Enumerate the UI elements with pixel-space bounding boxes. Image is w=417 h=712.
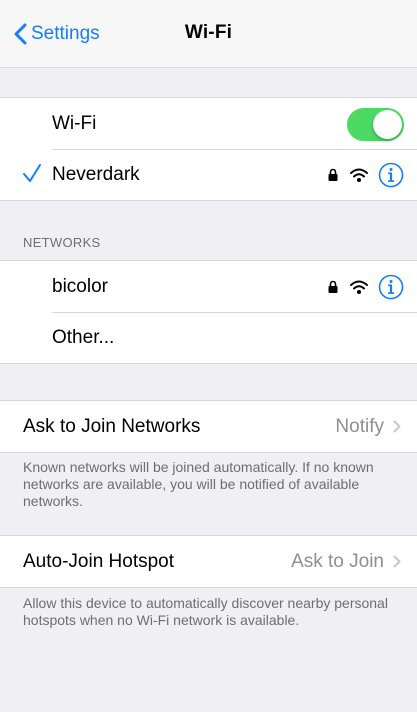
wifi-toggle-row: Wi-Fi — [0, 98, 417, 149]
info-icon[interactable] — [378, 162, 404, 188]
ask-to-join-label: Ask to Join Networks — [23, 415, 201, 437]
wifi-signal-icon — [350, 280, 368, 294]
page-title: Wi-Fi — [184, 22, 233, 43]
connected-network-icons — [328, 149, 404, 200]
auto-join-footnote: Allow this device to automatically disco… — [23, 595, 388, 628]
network-name: bicolor — [52, 275, 108, 297]
ask-to-join-value: Notify — [335, 415, 384, 437]
chevron-right-icon — [393, 555, 401, 568]
networks-section-header: NETWORKS — [23, 235, 101, 250]
other-network-row[interactable]: Other... — [0, 312, 417, 363]
navigation-bar: Settings Wi-Fi — [0, 0, 417, 68]
connected-network-row[interactable]: Neverdark — [0, 149, 417, 200]
connected-network-name: Neverdark — [52, 163, 140, 185]
info-icon[interactable] — [378, 274, 404, 300]
ask-to-join-row[interactable]: Ask to Join Networks Notify — [0, 401, 417, 452]
auto-join-label: Auto-Join Hotspot — [23, 550, 175, 572]
networks-group: bicolor Other... — [0, 260, 417, 364]
other-network-label: Other... — [52, 326, 115, 348]
auto-join-row[interactable]: Auto-Join Hotspot Ask to Join — [0, 536, 417, 587]
auto-join-group: Auto-Join Hotspot Ask to Join — [0, 535, 417, 588]
lock-icon — [328, 280, 338, 293]
auto-join-value: Ask to Join — [291, 550, 384, 572]
wifi-group: Wi-Fi Neverdark — [0, 97, 417, 201]
checkmark-icon — [23, 164, 41, 182]
ask-to-join-footnote: Known networks will be joined automatica… — [23, 459, 374, 509]
wifi-signal-icon — [350, 168, 368, 182]
toggle-knob — [373, 110, 402, 139]
wifi-toggle-switch[interactable] — [347, 108, 404, 141]
wifi-toggle-label: Wi-Fi — [52, 112, 97, 134]
lock-icon — [328, 168, 338, 181]
chevron-right-icon — [393, 420, 401, 433]
network-row[interactable]: bicolor — [0, 261, 417, 312]
ask-to-join-group: Ask to Join Networks Notify — [0, 400, 417, 453]
network-icons — [328, 261, 404, 312]
